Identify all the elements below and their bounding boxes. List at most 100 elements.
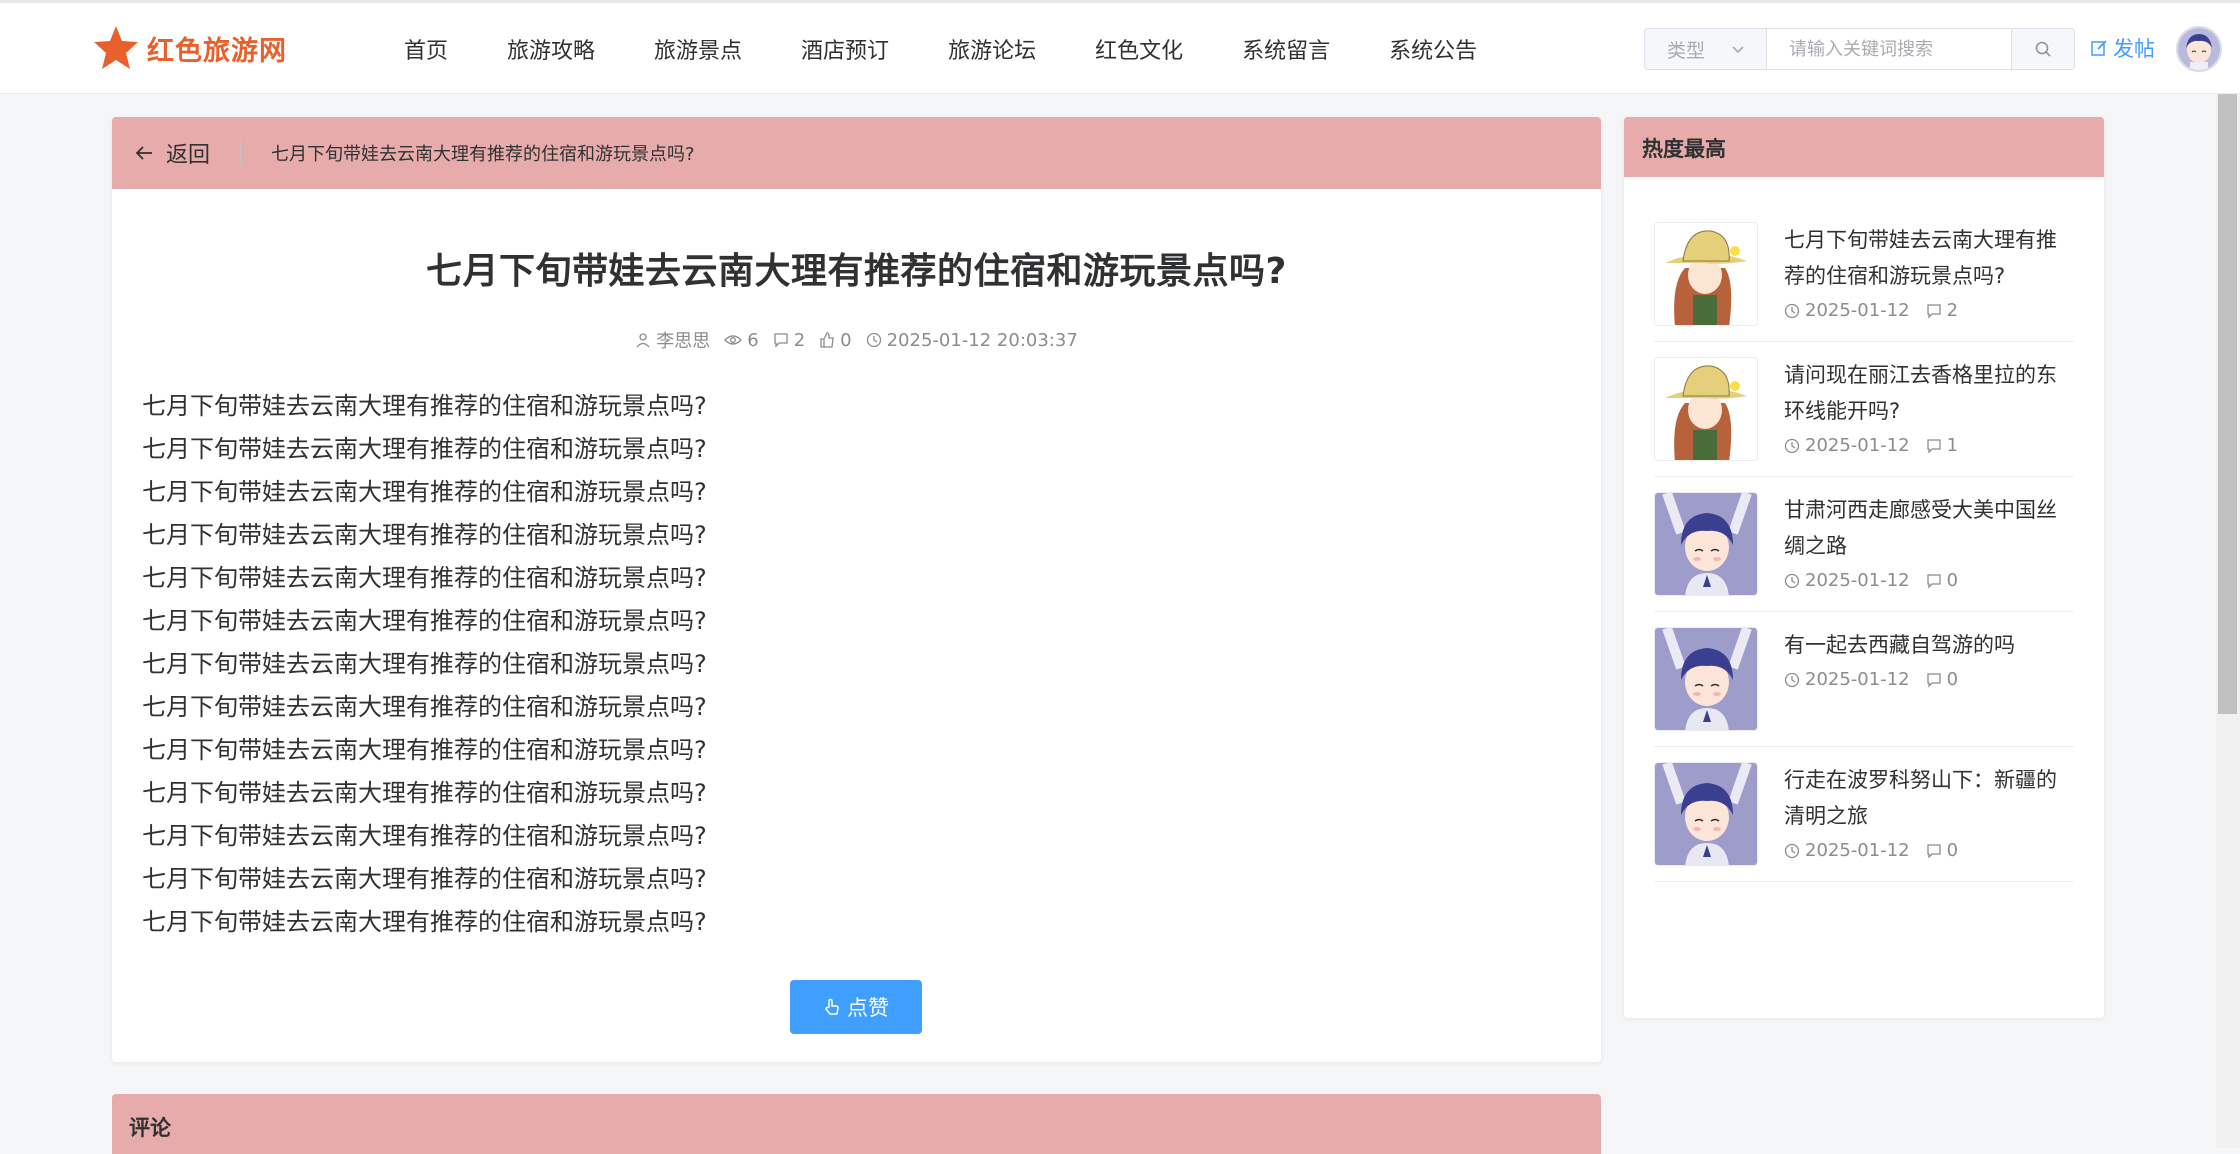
clock-icon <box>866 332 881 348</box>
thumbnail-image <box>1655 358 1757 460</box>
hot-post-info: 请问现在丽江去香格里拉的东环线能开吗? 2025-01-12 1 <box>1784 357 2074 461</box>
hot-post-date-text: 2025-01-12 <box>1805 300 1910 321</box>
hot-post-title[interactable]: 请问现在丽江去香格里拉的东环线能开吗? <box>1784 357 2074 429</box>
thumbnail-image <box>1655 223 1757 325</box>
back-label: 返回 <box>166 143 211 168</box>
hot-post-comments: 0 <box>1926 570 1958 591</box>
thumbnail-image <box>1655 763 1757 865</box>
thumbnail-image <box>1655 628 1757 730</box>
search-button[interactable] <box>2011 29 2074 69</box>
hot-post-comments: 1 <box>1926 435 1958 456</box>
content-line: 七月下旬带娃去云南大理有推荐的住宿和游玩景点吗? <box>142 564 707 592</box>
thumbs-up-icon <box>820 332 834 348</box>
post-content: 七月下旬带娃去云南大理有推荐的住宿和游玩景点吗? 七月下旬带娃去云南大理有推荐的… <box>112 385 1601 944</box>
logo-text: 红色旅游网 <box>147 35 287 67</box>
like-button[interactable]: 点赞 <box>790 980 922 1034</box>
hot-post-thumbnail[interactable] <box>1654 222 1758 326</box>
nav-red-culture[interactable]: 红色文化 <box>1095 33 1183 65</box>
hot-post-meta: 2025-01-12 0 <box>1784 570 2074 591</box>
hot-post-title[interactable]: 有一起去西藏自驾游的吗 <box>1784 627 2074 663</box>
post-title: 七月下旬带娃去云南大理有推荐的住宿和游玩景点吗? <box>426 251 1287 292</box>
post-meta: 李思思 6 2 0 2025-01-12 20:03:37 <box>112 327 1601 353</box>
comment-icon <box>774 333 788 348</box>
clock-icon <box>1784 672 1800 687</box>
star-logo-icon <box>94 26 138 69</box>
meta-author: 李思思 <box>635 327 710 353</box>
nav-travel-guides[interactable]: 旅游攻略 <box>507 33 595 65</box>
comment-icon <box>1926 573 1941 589</box>
search-type-select[interactable]: 类型 <box>1645 29 1767 69</box>
hot-post-date: 2025-01-12 <box>1784 300 1910 321</box>
hot-post-thumbnail[interactable] <box>1654 492 1758 596</box>
hot-post-comments: 0 <box>1926 669 1958 690</box>
content-line: 七月下旬带娃去云南大理有推荐的住宿和游玩景点吗? <box>142 650 707 678</box>
hot-post-meta: 2025-01-12 0 <box>1784 840 2074 861</box>
hot-post-item[interactable]: 甘肃河西走廊感受大美中国丝绸之路 2025-01-12 0 <box>1654 477 2074 612</box>
content-line: 七月下旬带娃去云南大理有推荐的住宿和游玩景点吗? <box>142 693 707 721</box>
hot-post-comment-count: 1 <box>1946 435 1959 456</box>
comment-icon <box>1926 672 1941 688</box>
content-line: 七月下旬带娃去云南大理有推荐的住宿和游玩景点吗? <box>142 865 707 893</box>
hot-post-meta: 2025-01-12 0 <box>1784 669 2074 690</box>
hot-post-date: 2025-01-12 <box>1784 840 1910 861</box>
clock-icon <box>1784 573 1800 588</box>
eye-icon <box>724 335 743 345</box>
content-line: 七月下旬带娃去云南大理有推荐的住宿和游玩景点吗? <box>142 435 707 463</box>
search-type-placeholder: 类型 <box>1667 39 1706 62</box>
hot-posts-header: 热度最高 <box>1624 117 2104 177</box>
user-avatar[interactable] <box>2176 26 2222 72</box>
hot-post-title[interactable]: 甘肃河西走廊感受大美中国丝绸之路 <box>1784 492 2074 564</box>
new-post-label: 发帖 <box>2113 37 2155 61</box>
nav-home[interactable]: 首页 <box>404 33 448 65</box>
hot-post-item[interactable]: 七月下旬带娃去云南大理有推荐的住宿和游玩景点吗? 2025-01-12 2 <box>1654 207 2074 342</box>
hot-post-date-text: 2025-01-12 <box>1805 669 1910 690</box>
hot-post-info: 甘肃河西走廊感受大美中国丝绸之路 2025-01-12 0 <box>1784 492 2074 596</box>
thumbnail-image <box>1655 493 1757 595</box>
hand-pointer-icon <box>825 998 839 1015</box>
hot-post-date: 2025-01-12 <box>1784 570 1910 591</box>
back-button[interactable]: 返回 <box>134 137 210 169</box>
nav-messages[interactable]: 系统留言 <box>1242 33 1330 65</box>
breadcrumb-divider <box>240 141 242 165</box>
content-line: 七月下旬带娃去云南大理有推荐的住宿和游玩景点吗? <box>142 908 707 936</box>
nav-hotel-booking[interactable]: 酒店预订 <box>801 33 889 65</box>
hot-post-date-text: 2025-01-12 <box>1805 570 1910 591</box>
search-input[interactable] <box>1767 29 2011 69</box>
meta-likes: 0 <box>819 330 852 351</box>
hot-post-comments: 0 <box>1926 840 1958 861</box>
hot-post-info: 行走在波罗科努山下：新疆的清明之旅 2025-01-12 0 <box>1784 762 2074 866</box>
content-line: 七月下旬带娃去云南大理有推荐的住宿和游玩景点吗? <box>142 392 707 420</box>
hot-post-thumbnail[interactable] <box>1654 762 1758 866</box>
hot-post-title[interactable]: 行走在波罗科努山下：新疆的清明之旅 <box>1784 762 2074 834</box>
post-time: 2025-01-12 20:03:37 <box>886 329 1078 351</box>
clock-icon <box>1784 303 1800 318</box>
hot-posts-title: 热度最高 <box>1642 137 1726 161</box>
user-icon <box>636 333 650 348</box>
hot-post-title[interactable]: 七月下旬带娃去云南大理有推荐的住宿和游玩景点吗? <box>1784 222 2074 294</box>
content-line: 七月下旬带娃去云南大理有推荐的住宿和游玩景点吗? <box>142 607 707 635</box>
hot-post-info: 七月下旬带娃去云南大理有推荐的住宿和游玩景点吗? 2025-01-12 2 <box>1784 222 2074 326</box>
new-post-button[interactable]: 发帖 <box>2090 33 2155 63</box>
scrollbar-thumb[interactable] <box>2218 94 2237 714</box>
comment-icon <box>1926 843 1941 859</box>
site-logo[interactable]: 红色旅游网 <box>91 23 287 73</box>
hot-post-date-text: 2025-01-12 <box>1805 840 1910 861</box>
clock-icon <box>1784 843 1800 858</box>
nav-attractions[interactable]: 旅游景点 <box>654 33 742 65</box>
content-line: 七月下旬带娃去云南大理有推荐的住宿和游玩景点吗? <box>142 478 707 506</box>
hot-post-comment-count: 0 <box>1946 570 1959 591</box>
hot-post-comment-count: 2 <box>1946 300 1959 321</box>
nav-forum[interactable]: 旅游论坛 <box>948 33 1036 65</box>
hot-post-date-text: 2025-01-12 <box>1805 435 1910 456</box>
hot-post-item[interactable]: 行走在波罗科努山下：新疆的清明之旅 2025-01-12 0 <box>1654 747 2074 882</box>
hot-post-thumbnail[interactable] <box>1654 357 1758 461</box>
hot-post-thumbnail[interactable] <box>1654 627 1758 731</box>
hot-posts-card: 热度最高 七月下旬带娃去云南大理有推荐的住宿和游玩景点吗? 2025-01-12 2… <box>1624 117 2104 1018</box>
post-card: 返回 七月下旬带娃去云南大理有推荐的住宿和游玩景点吗? 七月下旬带娃去云南大理有… <box>112 117 1601 1062</box>
nav-announcements[interactable]: 系统公告 <box>1389 33 1477 65</box>
hot-post-comment-count: 0 <box>1946 840 1959 861</box>
hot-post-item[interactable]: 请问现在丽江去香格里拉的东环线能开吗? 2025-01-12 1 <box>1654 342 2074 477</box>
hot-post-item[interactable]: 有一起去西藏自驾游的吗 2025-01-12 0 <box>1654 612 2074 747</box>
hot-post-comment-count: 0 <box>1946 669 1959 690</box>
edit-icon <box>2091 40 2107 56</box>
